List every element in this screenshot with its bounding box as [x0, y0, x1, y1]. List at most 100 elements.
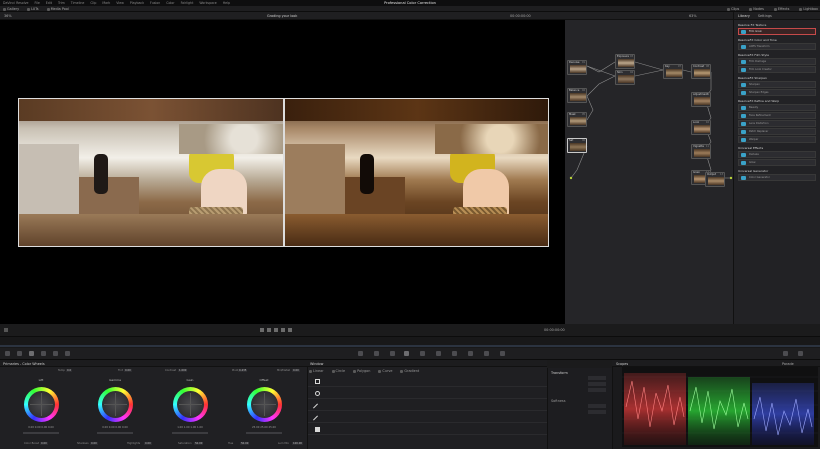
camera-raw-icon[interactable] — [5, 351, 10, 356]
library-tab[interactable]: Library — [738, 14, 750, 18]
color-node[interactable]: Denoise 01 — [567, 60, 587, 75]
viewer-zoom[interactable]: 36% — [4, 14, 12, 18]
color-node[interactable]: Look 10 — [691, 120, 711, 135]
color-match-icon[interactable] — [17, 351, 22, 356]
param-value[interactable]: 0.435 — [238, 369, 248, 372]
stop-icon[interactable] — [274, 328, 278, 332]
tracker-icon[interactable] — [420, 351, 425, 356]
param-value[interactable]: 0.00 — [40, 442, 48, 445]
effect-item[interactable]: Glow — [738, 159, 816, 166]
effect-icon — [741, 113, 746, 118]
toolbar-button[interactable]: Gallery — [3, 7, 19, 11]
param-value[interactable]: 0.0 — [66, 369, 73, 372]
effect-item[interactable]: Sharpen Edges — [738, 89, 816, 96]
warper-icon[interactable] — [374, 351, 379, 356]
info-icon[interactable] — [783, 351, 788, 356]
3d-icon[interactable] — [500, 351, 505, 356]
color-wheels-icon[interactable] — [29, 351, 34, 356]
color-node[interactable]: Output 13 — [705, 172, 725, 187]
effect-item[interactable]: Dehaze — [738, 151, 816, 158]
wheel-values[interactable]: 0.00 0.00 0.00 0.00 — [93, 426, 137, 429]
library-category[interactable]: Resolve FX Texture — [738, 23, 820, 27]
play-icon[interactable] — [281, 328, 285, 332]
color-node[interactable]: Mask 05 — [567, 112, 587, 127]
wheel-values[interactable]: 1.00 1.00 1.00 1.00 — [168, 426, 212, 429]
loop-icon[interactable] — [4, 328, 8, 332]
window-tool-button[interactable]: Gradient — [400, 369, 419, 373]
window-icon[interactable] — [404, 351, 409, 356]
param-value[interactable]: 0.00 — [90, 442, 98, 445]
window-tool-button[interactable]: Curve — [378, 369, 392, 373]
scope-mode-select[interactable]: Parade — [782, 362, 794, 366]
library-tab[interactable]: Settings — [758, 14, 772, 18]
window-tool-button[interactable]: Linear — [309, 369, 324, 373]
magic-mask-icon[interactable] — [436, 351, 441, 356]
node-zoom[interactable]: 63% — [689, 14, 697, 18]
key-icon[interactable] — [468, 351, 473, 356]
effect-item[interactable]: Warper — [738, 136, 816, 143]
window-row[interactable] — [308, 412, 548, 423]
param-value[interactable]: 0.00 — [292, 369, 300, 372]
master-wheel-slider[interactable] — [97, 432, 133, 434]
param-value[interactable]: 50.00 — [240, 442, 250, 445]
effect-item[interactable]: Beauty — [738, 104, 816, 111]
hdr-wheels-icon[interactable] — [41, 351, 46, 356]
effect-item[interactable]: Film Look Creator — [738, 66, 816, 73]
library-category[interactable]: ResolveFX Film Style — [738, 53, 820, 57]
library-category[interactable]: ResolveFX Color and Tone — [738, 38, 820, 42]
curves-icon[interactable] — [358, 351, 363, 356]
wheel-values[interactable]: 0.00 0.00 0.00 0.00 — [19, 426, 63, 429]
previous-frame-icon[interactable] — [260, 328, 264, 332]
window-row[interactable] — [308, 388, 548, 399]
effect-item[interactable]: Lens Distortion — [738, 120, 816, 127]
window-row[interactable] — [308, 400, 548, 411]
color-node[interactable]: Balance 02 — [567, 88, 587, 103]
effect-item[interactable]: Face Refinement — [738, 112, 816, 119]
color-node[interactable]: Exposure 03 — [615, 54, 635, 69]
effect-item[interactable]: Film Grain — [738, 28, 816, 35]
param-value[interactable]: 100.00 — [292, 442, 304, 445]
next-frame-icon[interactable] — [288, 328, 292, 332]
scopes-toggle-icon[interactable] — [798, 351, 803, 356]
color-node[interactable]: Sat 06 — [567, 138, 587, 153]
effect-item[interactable]: ACES Transform — [738, 43, 816, 50]
motion-effects-icon[interactable] — [65, 351, 70, 356]
library-category[interactable]: Universal Generator — [738, 169, 820, 173]
toolbar-button[interactable]: Nodes — [749, 7, 764, 11]
toolbar-button[interactable]: Clips — [727, 7, 739, 11]
effect-item[interactable]: Sharpen — [738, 81, 816, 88]
qualifier-icon[interactable] — [390, 351, 395, 356]
window-tool-button[interactable]: Circle — [331, 369, 345, 373]
window-row[interactable] — [308, 424, 548, 435]
wheel-values[interactable]: 25.00 25.00 25.00 — [242, 426, 286, 429]
library-category[interactable]: ResolveFX Sharpen — [738, 76, 820, 80]
timeline-scrub[interactable] — [0, 336, 820, 348]
library-category[interactable]: ResolveFX Refine and Warp — [738, 99, 820, 103]
master-wheel-slider[interactable] — [172, 432, 208, 434]
param-value[interactable]: 0.00 — [144, 442, 152, 445]
toolbar-button[interactable]: Effects — [773, 7, 789, 11]
master-wheel-slider[interactable] — [23, 432, 59, 434]
window-tool-button[interactable]: Polygon — [353, 369, 370, 373]
master-wheel-slider[interactable] — [246, 432, 282, 434]
color-node[interactable]: Adjustment 09 — [691, 92, 711, 107]
toolbar-button[interactable]: Media Pool — [46, 7, 69, 11]
param-value[interactable]: 0.00 — [124, 369, 132, 372]
param-value[interactable]: 1.000 — [178, 369, 188, 372]
window-row[interactable] — [308, 376, 548, 387]
blur-icon[interactable] — [452, 351, 457, 356]
sizing-icon[interactable] — [484, 351, 489, 356]
rgb-mixer-icon[interactable] — [53, 351, 58, 356]
effect-item[interactable]: Film Damage — [738, 58, 816, 65]
color-node[interactable]: Key 07 — [663, 64, 683, 79]
param-value[interactable]: 50.00 — [194, 442, 204, 445]
color-node[interactable]: Vignette 11 — [691, 144, 711, 159]
library-category[interactable]: Universal Effects — [738, 146, 820, 150]
toolbar-button[interactable]: LUTs — [27, 7, 39, 11]
effect-item[interactable]: Color Generator — [738, 174, 816, 181]
color-node[interactable]: Skin 04 — [615, 70, 635, 85]
toolbar-button[interactable]: Lightbox — [799, 7, 818, 11]
effect-item[interactable]: Patch Replacer — [738, 128, 816, 135]
rewind-icon[interactable] — [267, 328, 271, 332]
color-node[interactable]: Contrast 08 — [691, 64, 711, 79]
